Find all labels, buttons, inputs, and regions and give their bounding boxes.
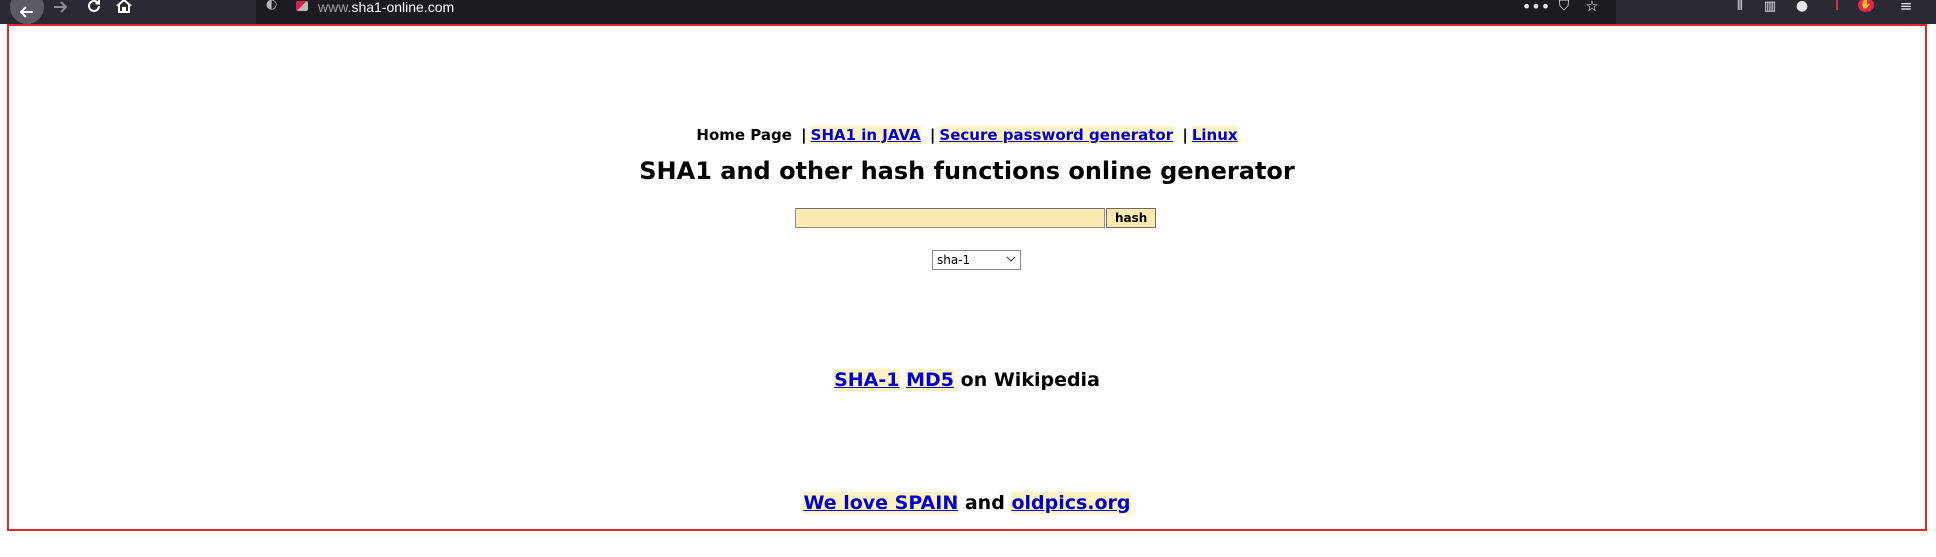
page-frame: Home Page | SHA1 in JAVA | Secure password… <box>7 24 1927 531</box>
extension-icon[interactable]: ✋ <box>1858 0 1874 12</box>
hash-text-input[interactable] <box>795 208 1105 228</box>
footer-and-text: and <box>964 492 1005 514</box>
pocket-icon[interactable]: ⛉ <box>1554 0 1574 18</box>
nav-link-sha1-java[interactable]: SHA1 in JAVA <box>810 126 921 144</box>
browser-toolbar: ◐ www.sha1-online.com ••• ⛉ ☆ ⫴ ▥ ● ✋ ≡ <box>0 0 1936 24</box>
algorithm-selected-value: sha-1 <box>937 253 971 267</box>
nav-link-password-generator[interactable]: Secure password generator <box>939 126 1174 144</box>
site-favicon-icon <box>296 1 308 11</box>
url-text[interactable]: www.sha1-online.com <box>318 0 454 24</box>
nav-separator: | <box>1182 126 1188 144</box>
algorithm-select[interactable]: sha-1 <box>932 250 1021 270</box>
url-bar[interactable] <box>256 0 1616 24</box>
bookmark-star-icon[interactable]: ☆ <box>1582 0 1602 18</box>
link-we-love-spain[interactable]: We love SPAIN <box>803 492 959 514</box>
wiki-suffix-text: on Wikipedia <box>960 369 1100 391</box>
nav-link-linux[interactable]: Linux <box>1191 126 1238 144</box>
hash-button[interactable]: hash <box>1106 208 1157 228</box>
page-title: SHA1 and other hash functions online gen… <box>639 157 1295 185</box>
chevron-down-icon <box>1006 253 1016 266</box>
footer-links: We love SPAIN and oldpics.org <box>9 492 1925 514</box>
back-arrow-icon[interactable] <box>10 0 44 24</box>
nav-home-page: Home Page <box>696 126 792 144</box>
top-nav: Home Page | SHA1 in JAVA | Secure password… <box>9 126 1925 144</box>
link-md5-wikipedia[interactable]: MD5 <box>906 369 955 391</box>
hash-form: hash <box>795 207 1157 229</box>
link-sha1-wikipedia[interactable]: SHA-1 <box>834 369 900 391</box>
page-actions-icon[interactable]: ••• <box>1522 0 1550 18</box>
tracking-shield-icon[interactable]: ◐ <box>266 0 277 12</box>
reload-icon[interactable] <box>84 0 104 24</box>
home-icon[interactable] <box>114 0 134 24</box>
menu-icon[interactable]: ≡ <box>1896 0 1916 18</box>
sidebar-icon[interactable]: ▥ <box>1760 0 1780 18</box>
library-icon[interactable]: ⫴ <box>1730 0 1750 18</box>
forward-arrow-icon[interactable] <box>50 0 70 24</box>
divider-mark <box>1836 0 1838 10</box>
link-oldpics[interactable]: oldpics.org <box>1011 492 1131 514</box>
nav-separator: | <box>929 126 936 144</box>
account-icon[interactable]: ● <box>1792 0 1812 18</box>
wikipedia-links: SHA-1 MD5 on Wikipedia <box>9 369 1925 391</box>
nav-separator: | <box>801 126 807 144</box>
